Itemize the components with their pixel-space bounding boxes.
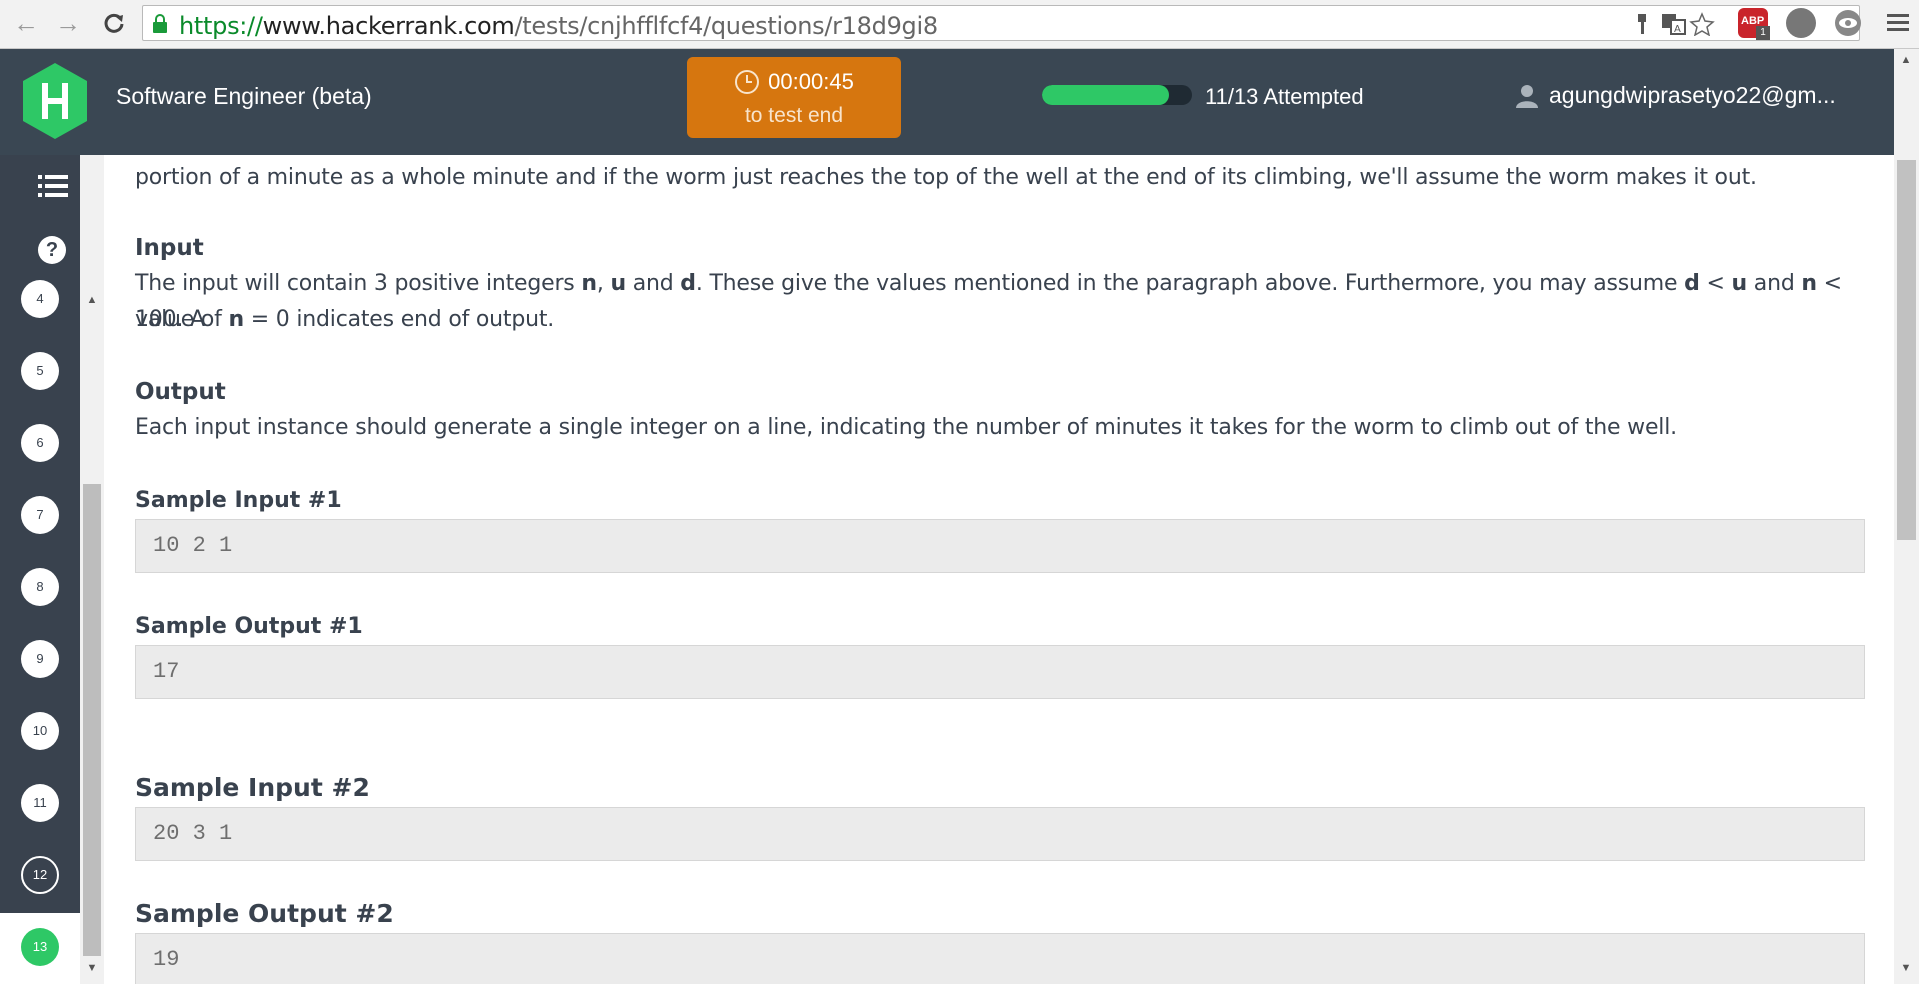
question-10[interactable]: 10	[21, 712, 59, 750]
key-icon[interactable]	[1630, 12, 1656, 36]
eye-icon[interactable]	[1833, 8, 1863, 38]
reload-icon[interactable]	[100, 9, 128, 37]
input-line-2: value of n = 0 indicates end of output.	[135, 307, 555, 332]
output-line: Each input instance should generate a si…	[135, 415, 1677, 440]
browser-toolbar: ← → https://www.hackerrank.com/tests/cnj…	[0, 0, 1919, 49]
user-menu[interactable]: agungdwiprasetyo22@gm...	[1515, 82, 1836, 109]
clock-icon	[735, 70, 760, 94]
url-text: https://www.hackerrank.com/tests/cnjhffl…	[179, 12, 938, 40]
sample-input-2: 20 3 1	[135, 807, 1865, 861]
address-bar[interactable]: https://www.hackerrank.com/tests/cnjhffl…	[142, 5, 1860, 41]
page-scroll-up-icon[interactable]: ▲	[1900, 54, 1912, 66]
question-13[interactable]: 13	[21, 928, 59, 966]
sample-input-2-heading: Sample Input #2	[135, 773, 370, 802]
question-11[interactable]: 11	[21, 784, 59, 822]
timer-subtitle: to test end	[744, 104, 844, 127]
progress-bar	[1042, 85, 1192, 105]
output-heading: Output	[135, 379, 226, 405]
adblock-count-badge: 1	[1756, 26, 1770, 40]
question-list-icon[interactable]	[38, 174, 68, 198]
question-5[interactable]: 5	[21, 352, 59, 390]
star-icon[interactable]	[1689, 12, 1715, 36]
translate-icon[interactable]: A	[1661, 12, 1687, 36]
progress-fill	[1042, 85, 1169, 105]
question-6[interactable]: 6	[21, 424, 59, 462]
sidebar-scroll-down-icon[interactable]: ▼	[86, 962, 98, 974]
sample-output-1: 17	[135, 645, 1865, 699]
back-arrow-icon[interactable]: ←	[12, 8, 40, 38]
menu-icon[interactable]	[1883, 8, 1913, 38]
problem-content: portion of a minute as a whole minute an…	[104, 155, 1894, 984]
hackerrank-logo[interactable]	[20, 61, 90, 141]
attempted-count: 11/13 Attempted	[1205, 84, 1364, 109]
sample-output-1-heading: Sample Output #1	[135, 614, 363, 639]
test-title: Software Engineer (beta)	[116, 83, 372, 109]
timer-value: 00:00:45	[768, 69, 854, 94]
intro-line: portion of a minute as a whole minute an…	[135, 165, 1757, 190]
sample-output-2-heading: Sample Output #2	[135, 899, 394, 928]
url-path: /tests/cnjhfflfcf4/questions/r18d9gi8	[514, 12, 939, 40]
svg-text:A: A	[1674, 24, 1681, 35]
sample-output-2: 19	[135, 933, 1865, 984]
question-4[interactable]: 4	[21, 280, 59, 318]
timer-box: 00:00:45 to test end	[687, 57, 901, 138]
extension-icon[interactable]	[1786, 8, 1816, 38]
url-protocol: https://	[179, 12, 263, 40]
lock-icon	[153, 14, 167, 33]
url-host: www.hackerrank.com	[262, 12, 515, 40]
adblock-plus-icon[interactable]: ABP 1	[1738, 8, 1770, 40]
question-9[interactable]: 9	[21, 640, 59, 678]
user-email: agungdwiprasetyo22@gm...	[1549, 82, 1836, 108]
page-scroll-down-icon[interactable]: ▼	[1900, 962, 1912, 974]
sample-input-1-heading: Sample Input #1	[135, 488, 342, 513]
user-icon	[1516, 84, 1538, 108]
input-heading: Input	[135, 235, 204, 261]
sidebar-scroll-up-icon[interactable]: ▲	[86, 294, 98, 306]
question-8[interactable]: 8	[21, 568, 59, 606]
question-12[interactable]: 12	[21, 856, 59, 894]
app-header: Software Engineer (beta) 00:00:45 to tes…	[0, 49, 1919, 155]
question-7[interactable]: 7	[21, 496, 59, 534]
sample-input-1: 10 2 1	[135, 519, 1865, 573]
page-scroll-thumb[interactable]	[1897, 160, 1916, 540]
sidebar-scroll-thumb[interactable]	[83, 484, 101, 956]
forward-arrow-icon[interactable]: →	[54, 8, 82, 38]
help-icon[interactable]: ?	[38, 236, 66, 264]
